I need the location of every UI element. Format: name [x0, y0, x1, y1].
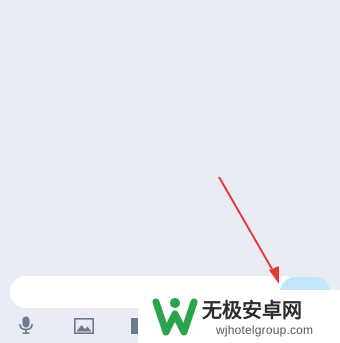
watermark-logo-icon [152, 298, 198, 336]
chat-message-area [0, 0, 340, 270]
watermark-title: 无极安卓网 [202, 298, 302, 322]
microphone-icon[interactable] [18, 316, 34, 334]
image-icon[interactable] [74, 318, 94, 334]
watermark-url: wjhotelgroup.com [216, 323, 314, 337]
watermark: 无极安卓网 wjhotelgroup.com [138, 290, 340, 343]
